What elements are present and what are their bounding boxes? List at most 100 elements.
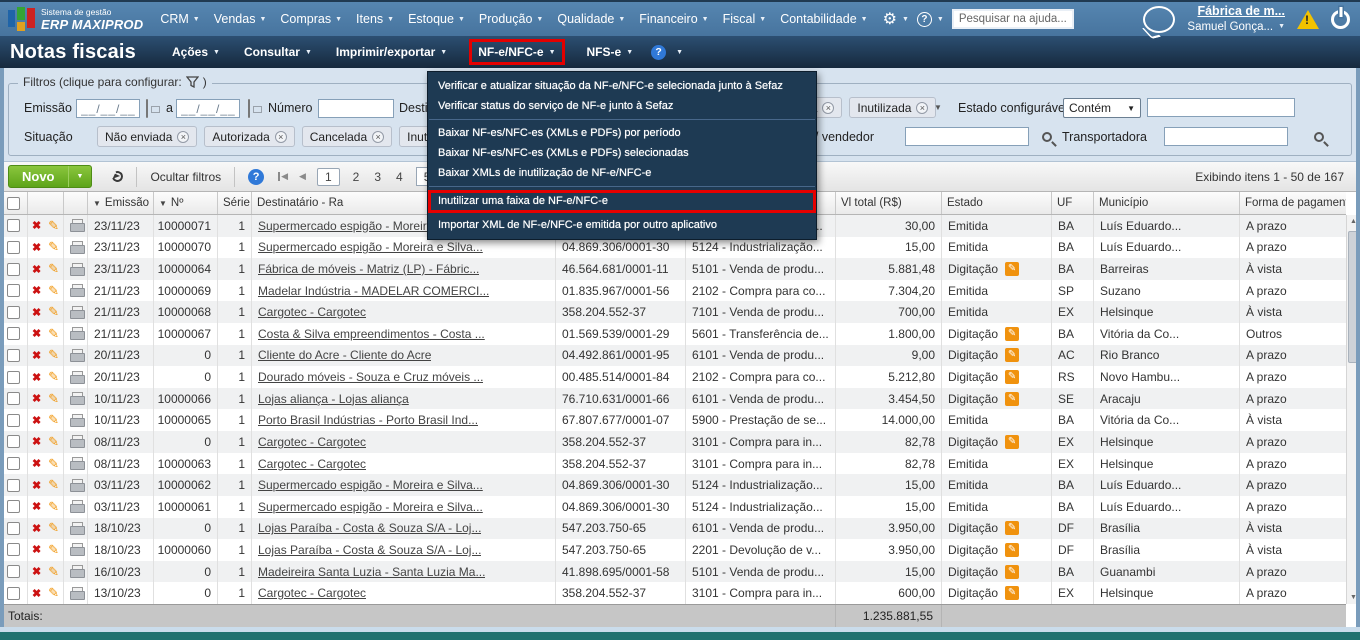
delete-icon[interactable]: ✖ [32, 543, 41, 556]
delete-icon[interactable]: ✖ [32, 219, 41, 232]
destinatario-link[interactable]: Cliente do Acre - Cliente do Acre [258, 348, 431, 362]
topbar-menu-produ-o[interactable]: Produção▼ [479, 12, 543, 26]
edit-icon[interactable]: ✎ [48, 326, 59, 342]
estado-configuravel-input[interactable] [1147, 98, 1295, 117]
print-icon[interactable] [70, 500, 81, 513]
situacao-tag-autorizada[interactable]: Autorizada× [204, 126, 294, 147]
edit-icon[interactable]: ✎ [48, 369, 59, 385]
row-checkbox[interactable] [7, 349, 20, 362]
situacao-tag-n-o-enviada[interactable]: Não enviada× [97, 126, 197, 147]
edit-icon[interactable]: ✎ [48, 585, 59, 601]
estado-edit-icon[interactable]: ✎ [1005, 327, 1019, 341]
emissao-to-input[interactable] [176, 99, 240, 118]
topbar-menu-contabilidade[interactable]: Contabilidade▼ [780, 12, 867, 26]
print-icon[interactable] [70, 522, 81, 535]
situacao-tag-cancelada[interactable]: Cancelada× [302, 126, 392, 147]
prev-page-button[interactable]: ◀ [299, 171, 306, 182]
app-logo[interactable]: Sistema de gestão ERP MAXIPROD [0, 6, 153, 32]
estado-edit-icon[interactable]: ✎ [1005, 586, 1019, 600]
delete-icon[interactable]: ✖ [32, 371, 41, 384]
page-help-icon[interactable]: ? [651, 45, 666, 60]
delete-icon[interactable]: ✖ [32, 284, 41, 297]
transportadora-input[interactable] [1164, 127, 1288, 146]
refresh-icon[interactable] [111, 169, 126, 184]
situacao-tag-inutilizada[interactable]: Inutilizada× [849, 97, 936, 118]
page-number-2[interactable]: 2 [351, 170, 362, 184]
row-checkbox[interactable] [7, 479, 20, 492]
header-uf[interactable]: UF [1052, 192, 1094, 214]
edit-icon[interactable]: ✎ [48, 412, 59, 428]
remove-tag-icon[interactable]: × [275, 131, 287, 143]
destinatario-link[interactable]: Cargotec - Cargotec [258, 457, 366, 471]
delete-icon[interactable]: ✖ [32, 241, 41, 254]
remove-tag-icon[interactable]: × [916, 102, 928, 114]
estado-edit-icon[interactable]: ✎ [1005, 392, 1019, 406]
print-icon[interactable] [70, 241, 81, 254]
situacao-row1-caret-icon[interactable]: ▼ [934, 103, 942, 112]
titlebar-menu-consultar[interactable]: Consultar▼ [241, 42, 315, 62]
destinatario-link[interactable]: Porto Brasil Indústrias - Porto Brasil I… [258, 413, 478, 427]
row-checkbox[interactable] [7, 565, 20, 578]
destinatario-link[interactable]: Supermercado espigão - Moreira e Silva..… [258, 240, 483, 254]
gear-caret-icon[interactable]: ▼ [902, 16, 909, 23]
remove-tag-icon[interactable]: × [372, 131, 384, 143]
print-icon[interactable] [70, 435, 81, 448]
titlebar-menu-nf-e-nfc-e[interactable]: NF-e/NFC-e▼ [472, 42, 561, 62]
print-icon[interactable] [70, 327, 81, 340]
dropdown-item-verificar-e-atualizar-situa-o[interactable]: Verificar e atualizar situação da NF-e/N… [428, 76, 816, 96]
user-menu[interactable]: Samuel Gonça...▼ [1187, 20, 1285, 34]
titlebar-menu-nfs-e[interactable]: NFS-e▼ [584, 42, 637, 62]
row-checkbox[interactable] [7, 587, 20, 600]
destinatario-link[interactable]: Cargotec - Cargotec [258, 586, 366, 600]
novo-caret-icon[interactable]: ▼ [68, 166, 92, 187]
destinatario-link[interactable]: Fábrica de móveis - Matriz (LP) - Fábric… [258, 262, 479, 276]
row-checkbox[interactable] [7, 522, 20, 535]
row-checkbox[interactable] [7, 414, 20, 427]
row-checkbox[interactable] [7, 306, 20, 319]
estado-operator-select[interactable]: Contém ▼ [1063, 98, 1141, 118]
edit-icon[interactable]: ✎ [48, 542, 59, 558]
gear-icon[interactable]: ⚙ [883, 9, 897, 29]
topbar-menu-compras[interactable]: Compras▼ [280, 12, 342, 26]
topbar-menu-financeiro[interactable]: Financeiro▼ [639, 12, 708, 26]
print-icon[interactable] [70, 587, 81, 600]
row-checkbox[interactable] [7, 500, 20, 513]
print-icon[interactable] [70, 392, 81, 405]
header-estado[interactable]: Estado [942, 192, 1052, 214]
print-icon[interactable] [70, 371, 81, 384]
edit-icon[interactable]: ✎ [48, 434, 59, 450]
header-municipio[interactable]: Município [1094, 192, 1240, 214]
delete-icon[interactable]: ✖ [32, 565, 41, 578]
estado-edit-icon[interactable]: ✎ [1005, 435, 1019, 449]
destinatario-link[interactable]: Lojas Paraíba - Costa & Souza S/A - Loj.… [258, 521, 481, 535]
emissao-from-input[interactable] [76, 99, 140, 118]
edit-icon[interactable]: ✎ [48, 564, 59, 580]
titlebar-caret-icon[interactable]: ▼ [676, 49, 683, 56]
delete-icon[interactable]: ✖ [32, 414, 41, 427]
estado-edit-icon[interactable]: ✎ [1005, 565, 1019, 579]
row-checkbox[interactable] [7, 457, 20, 470]
edit-icon[interactable]: ✎ [48, 283, 59, 299]
cliente-search-icon[interactable] [1042, 132, 1052, 142]
edit-icon[interactable]: ✎ [48, 347, 59, 363]
print-icon[interactable] [70, 284, 81, 297]
print-icon[interactable] [70, 479, 81, 492]
dropdown-item-inutilizar-uma-faixa-de-nf[interactable]: Inutilizar uma faixa de NF-e/NFC-e [428, 190, 816, 213]
header-emissao[interactable]: ▼Emissão [88, 192, 154, 214]
topbar-menu-crm[interactable]: CRM▼ [160, 12, 199, 26]
dropdown-item-verificar-status-do-servi-o[interactable]: Verificar status do serviço de NF-e junt… [428, 96, 816, 116]
titlebar-menu-imprimir-exportar[interactable]: Imprimir/exportar▼ [333, 42, 450, 62]
cliente-vendedor-input[interactable] [905, 127, 1029, 146]
row-checkbox[interactable] [7, 435, 20, 448]
help-caret-icon[interactable]: ▼ [937, 16, 944, 23]
help-icon[interactable]: ? [917, 12, 932, 27]
header-forma[interactable]: Forma de pagamento [1240, 192, 1346, 214]
row-checkbox[interactable] [7, 241, 20, 254]
topbar-menu-fiscal[interactable]: Fiscal▼ [723, 12, 767, 26]
delete-icon[interactable]: ✖ [32, 306, 41, 319]
help-search-input[interactable] [952, 9, 1074, 29]
company-link[interactable]: Fábrica de m... [1197, 4, 1285, 20]
destinatario-link[interactable]: Lojas aliança - Lojas aliança [258, 392, 409, 406]
edit-icon[interactable]: ✎ [48, 261, 59, 277]
print-icon[interactable] [70, 565, 81, 578]
